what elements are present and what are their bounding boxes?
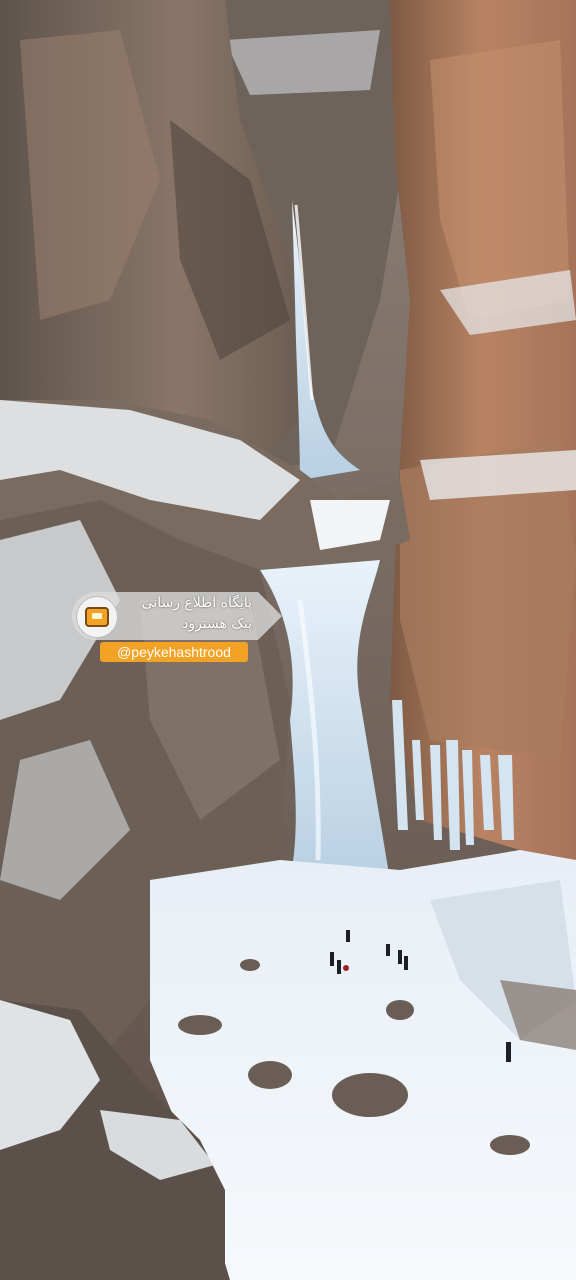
watermark-handle: @peykehashtrood bbox=[100, 642, 248, 662]
channel-watermark: پایگاه اطلاع رسانی پیک هشترود @peykehash… bbox=[72, 592, 282, 664]
tv-logo-icon bbox=[76, 596, 118, 638]
watermark-title-line2: پیک هشترود bbox=[182, 616, 252, 632]
watermark-title-line1: پایگاه اطلاع رسانی bbox=[141, 595, 252, 611]
